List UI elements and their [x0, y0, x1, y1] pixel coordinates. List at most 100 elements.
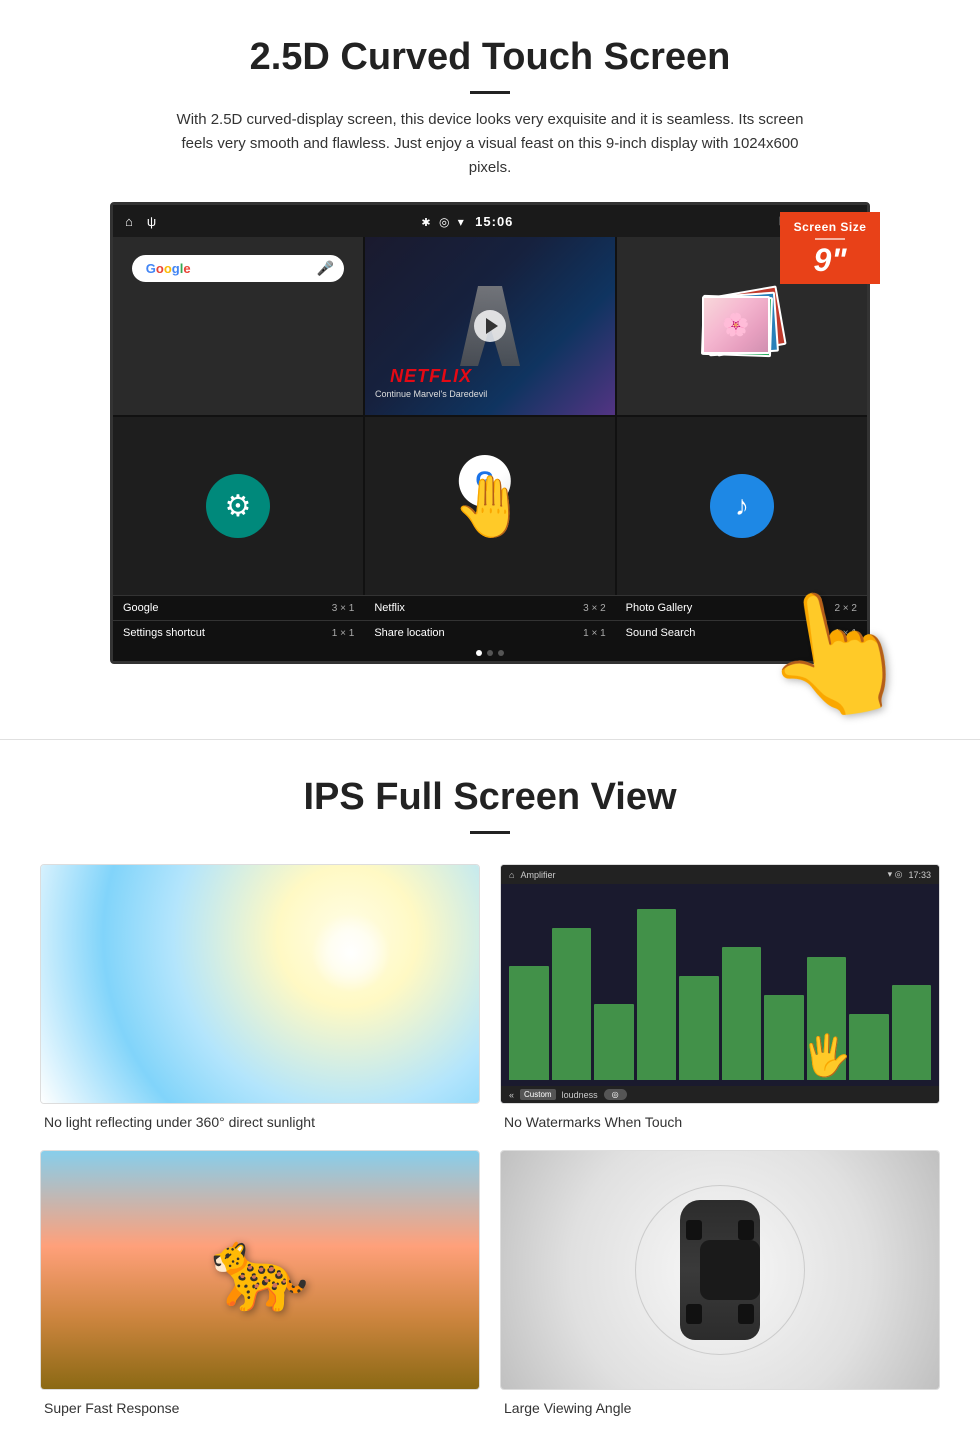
share-label-cell: Share location 1 × 1 [364, 621, 615, 645]
photo-label: Photo Gallery [626, 602, 693, 614]
share-label: Share location [374, 627, 444, 639]
amp-bar-1 [509, 966, 549, 1080]
bluetooth-icon: ✱ [421, 217, 431, 229]
gear-icon: ⚙ [225, 489, 252, 524]
feature-car: Large Viewing Angle [500, 1150, 940, 1416]
share-size: 1 × 1 [583, 628, 606, 639]
amp-body [501, 884, 939, 1086]
google-logo: Google [146, 261, 191, 276]
photo-stack: 🌸 [702, 286, 782, 366]
cheetah-emoji: 🐆 [210, 1223, 310, 1317]
feature-sunlight: No light reflecting under 360° direct su… [40, 864, 480, 1130]
feature-grid: No light reflecting under 360° direct su… [40, 864, 940, 1416]
settings-app-cell[interactable]: ⚙ [113, 417, 363, 595]
device-screen: ⌂ ψ ✱ ◎ ▾ 15:06 ⊡ ◁) ⊠ ⬜ [110, 202, 870, 664]
google-search-bar[interactable]: Google 🎤 [132, 255, 345, 282]
google-label: Google [123, 602, 158, 614]
location-icon: ◎ [439, 215, 450, 229]
sound-label: Sound Search [626, 627, 696, 639]
car-roof [700, 1240, 760, 1300]
microphone-icon[interactable]: 🎤 [317, 260, 334, 277]
settings-label-cell: Settings shortcut 1 × 1 [113, 621, 364, 645]
status-bar-left: ⌂ ψ [125, 214, 156, 229]
amp-title: Amplifier [520, 870, 555, 880]
pointing-hand-overlay: 👆 [750, 572, 921, 736]
amp-bar-7 [764, 995, 804, 1081]
netflix-logo: NETFLIX [375, 366, 487, 387]
amplifier-image: ⌂ Amplifier ▾ ◎ 17:33 [500, 864, 940, 1104]
flower-photo: 🌸 [702, 296, 770, 354]
settings-icon-wrapper: ⚙ [206, 474, 270, 538]
section1-title: 2.5D Curved Touch Screen [60, 36, 920, 79]
custom-button[interactable]: Custom [520, 1089, 556, 1100]
device-wrapper: Screen Size 9" ⌂ ψ ✱ ◎ ▾ 15:06 ⊡ ◁) [110, 202, 870, 664]
amp-bar-3 [594, 1004, 634, 1080]
google-app-cell[interactable]: Google 🎤 [113, 237, 363, 415]
netflix-size: 3 × 2 [583, 603, 606, 614]
section2-title: IPS Full Screen View [40, 776, 940, 819]
netflix-subtitle: Continue Marvel's Daredevil [375, 389, 487, 399]
amp-home-icon: ⌂ [509, 870, 514, 880]
hand-emoji: 🤚 [453, 471, 528, 542]
share-location-cell[interactable]: G 🤚 [365, 417, 615, 595]
amp-loudness: loudness [562, 1090, 598, 1100]
google-label-cell: Google 3 × 1 [113, 596, 364, 620]
wheel-front-left [686, 1220, 702, 1240]
wifi-icon: ▾ [458, 215, 465, 229]
cheetah-visual: 🐆 [41, 1151, 479, 1389]
car-caption: Large Viewing Angle [500, 1400, 940, 1416]
sound-icon-circle: ♪ [710, 474, 774, 538]
amp-toggle[interactable]: ◎ [604, 1089, 627, 1100]
google-size: 3 × 1 [332, 603, 355, 614]
netflix-app-cell[interactable]: NETFLIX Continue Marvel's Daredevil [365, 237, 615, 415]
car-top-view [670, 1190, 770, 1350]
status-bar-center: ✱ ◎ ▾ 15:06 [421, 214, 513, 229]
car-image [500, 1150, 940, 1390]
status-bar: ⌂ ψ ✱ ◎ ▾ 15:06 ⊡ ◁) ⊠ ⬜ [113, 205, 867, 237]
netflix-label-cell: Netflix 3 × 2 [364, 596, 615, 620]
car-container [630, 1180, 810, 1360]
amp-bar-2 [552, 928, 592, 1080]
amp-time: 17:33 [908, 870, 931, 880]
sunlight-caption: No light reflecting under 360° direct su… [40, 1114, 480, 1130]
dot-3 [498, 650, 504, 656]
netflix-play-button[interactable] [474, 310, 506, 342]
amp-icons: ▾ ◎ [888, 869, 903, 880]
wheel-front-right [738, 1220, 754, 1240]
feature-amplifier: ⌂ Amplifier ▾ ◎ 17:33 [500, 864, 940, 1130]
amp-bar-4 [637, 909, 677, 1080]
netflix-label: Netflix [374, 602, 405, 614]
amplifier-caption: No Watermarks When Touch [500, 1114, 940, 1130]
amp-bar-9 [849, 1014, 889, 1081]
sun-flare [311, 913, 391, 993]
screen-size-badge: Screen Size 9" [780, 212, 880, 284]
sunlight-visual [41, 865, 479, 1103]
feature-cheetah: 🐆 Super Fast Response [40, 1150, 480, 1416]
car-visual [501, 1151, 939, 1389]
amp-hand-emoji: 🖐 [802, 1032, 852, 1079]
cheetah-image: 🐆 [40, 1150, 480, 1390]
usb-icon: ψ [147, 214, 156, 229]
sunlight-image [40, 864, 480, 1104]
badge-size: 9" [790, 244, 870, 276]
amp-prev-icon: « [509, 1090, 514, 1100]
wheel-rear-left [686, 1304, 702, 1324]
app-grid: Google 🎤 NETFLIX Continue Marvel's Dared… [113, 237, 867, 595]
section2-divider [470, 831, 510, 834]
amp-footer: « Custom loudness ◎ [501, 1086, 939, 1103]
section1-description: With 2.5D curved-display screen, this de… [170, 108, 810, 180]
amp-bar-5 [679, 976, 719, 1081]
home-icon[interactable]: ⌂ [125, 214, 133, 229]
section-ips: IPS Full Screen View No light reflecting… [0, 740, 980, 1436]
car-body [680, 1200, 760, 1340]
music-note-icon: ♪ [735, 490, 749, 522]
settings-label: Settings shortcut [123, 627, 205, 639]
sound-search-cell[interactable]: ♪ [617, 417, 867, 595]
dot-2 [487, 650, 493, 656]
amp-bar-6 [722, 947, 762, 1080]
amp-bar-10 [892, 985, 932, 1080]
settings-size: 1 × 1 [332, 628, 355, 639]
section-curved-screen: 2.5D Curved Touch Screen With 2.5D curve… [0, 0, 980, 689]
wheel-rear-right [738, 1304, 754, 1324]
dot-1 [476, 650, 482, 656]
